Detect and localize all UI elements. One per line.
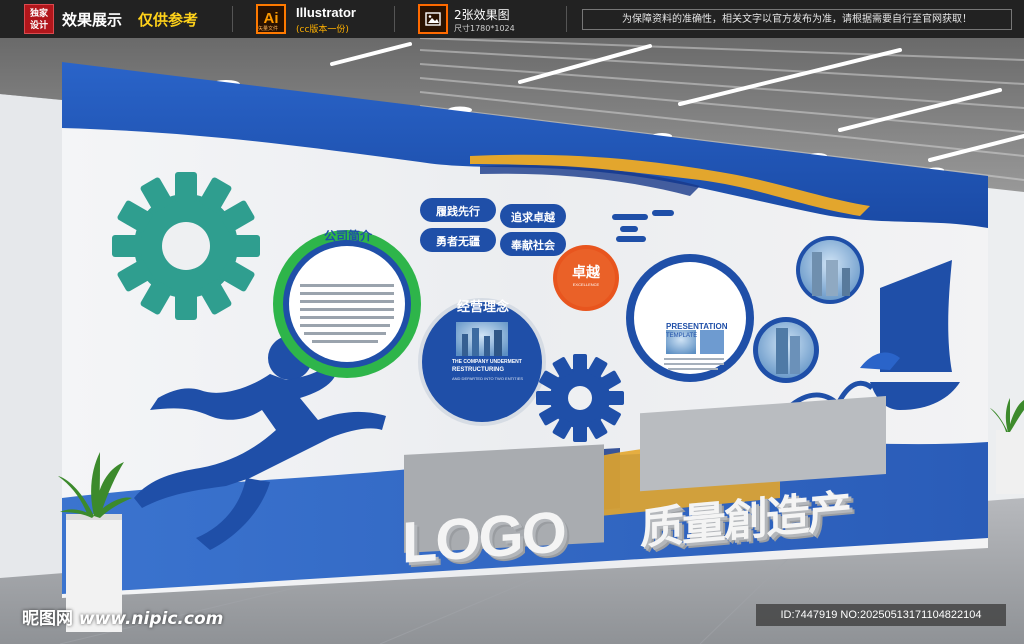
city-photo-circle <box>796 236 864 304</box>
image-icon <box>418 4 448 34</box>
exclusive-design-seal: 独家 设计 <box>24 4 54 34</box>
slogan-3: 勇者无疆 <box>436 235 480 248</box>
philosophy-caption-3: AND DEPARTED INTO TWO ENTITIES <box>452 376 524 381</box>
divider <box>232 6 233 32</box>
seal-line-1: 独家 <box>29 9 48 19</box>
left-side-wall <box>0 94 62 644</box>
philosophy-caption-2: RESTRUCTURING <box>452 367 504 373</box>
company-intro-panel <box>273 230 421 378</box>
vector-file-label: 矢量文件 <box>258 26 279 32</box>
logo-text: LOGO <box>402 499 565 576</box>
notice-text: 为保障资料的准确性，相关文字以官方发布为准，请根据需要自行至官网获取！ <box>582 9 1012 30</box>
philosophy-title: 经营理念 <box>456 300 509 315</box>
reference-label: 仅供参考 <box>138 11 199 29</box>
brand-name: 昵图网 <box>22 609 73 629</box>
slogan-4: 奉献社会 <box>511 239 555 252</box>
divider <box>566 6 567 32</box>
company-intro-title: 公司简介 <box>323 229 372 243</box>
effect-label: 效果展示 <box>62 11 123 29</box>
culture-wall-scene: 公司简介 履践先行 追求卓越 勇者无疆 奉献社会 经营理念 THE COMPAN… <box>0 38 1024 644</box>
tower-photo-circle <box>753 317 819 383</box>
image-size: 尺寸1780*1024 <box>454 24 515 33</box>
divider <box>394 6 395 32</box>
site-watermark: 昵图网 www.nipic.com <box>22 604 223 629</box>
software-name: Illustrator <box>296 5 356 20</box>
slogan-2: 追求卓越 <box>511 211 555 224</box>
slogan-1: 履践先行 <box>436 205 480 218</box>
excellence-title: 卓越 <box>572 265 600 281</box>
philosophy-caption-1: THE COMPANY UNDERMENT <box>452 359 522 365</box>
seal-line-2: 设计 <box>29 21 48 31</box>
excellence-sub: EXCELLENCE <box>572 282 600 287</box>
software-version: (cc版本一份) <box>296 25 349 35</box>
presentation-sub: TEMPLATE <box>666 333 698 339</box>
presentation-title: PRESENTATION <box>666 322 728 331</box>
top-banner: 独家 设计 效果展示 仅供参考 Ai 矢量文件 Illustrator (cc版… <box>0 0 1024 38</box>
image-count: 2张效果图 <box>454 8 510 22</box>
image-id-label: ID:7447919 NO:20250513171104822104 <box>756 604 1006 626</box>
presentation-panel <box>626 254 754 382</box>
site-url: www.nipic.com <box>78 609 224 629</box>
